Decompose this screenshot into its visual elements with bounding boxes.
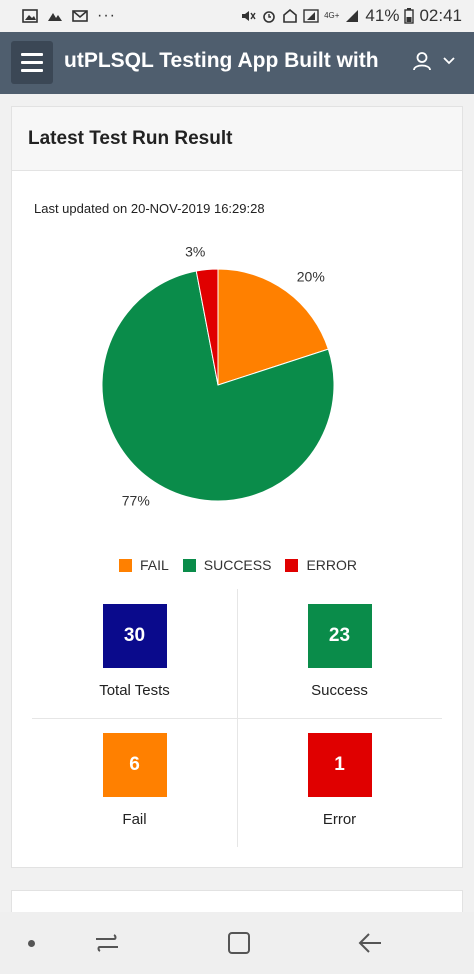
more-icon: ··· — [97, 7, 116, 24]
app-title: utPLSQL Testing App Built with — [64, 49, 379, 72]
home-icon — [283, 9, 297, 23]
back-icon[interactable] — [356, 928, 386, 958]
menu-button[interactable] — [11, 41, 53, 84]
stats-grid: 30 Total Tests 23 Success 6 Fail 1 Error — [32, 589, 442, 847]
pie-label-fail: 20% — [297, 269, 325, 285]
gmail-icon — [72, 10, 88, 22]
network-type: 4G+ — [324, 11, 340, 20]
recent-apps-icon[interactable] — [92, 928, 122, 958]
legend-label-error: ERROR — [306, 557, 358, 573]
legend-swatch-success — [182, 558, 196, 572]
mute-icon — [242, 11, 256, 21]
stat-success-value: 23 — [307, 604, 372, 668]
legend-item-fail[interactable]: FAIL — [118, 557, 169, 573]
stat-success-label: Success — [311, 682, 368, 699]
pie-label-error: 3% — [185, 244, 205, 260]
nav-dot-icon — [28, 940, 35, 947]
stat-error-label: Error — [322, 811, 357, 828]
stat-fail-value: 6 — [102, 733, 167, 797]
legend-item-error[interactable]: ERROR — [285, 557, 357, 573]
legend-label-fail: FAIL — [139, 557, 169, 573]
clock: 02:41 — [419, 6, 462, 25]
stat-fail[interactable]: 6 Fail — [32, 718, 237, 847]
user-menu[interactable] — [412, 51, 456, 71]
legend-swatch-error — [285, 558, 299, 572]
status-bar: ··· 4G+ 41% 02:41 — [0, 0, 474, 32]
chart-legend: FAIL SUCCESS ERROR — [12, 557, 464, 573]
signal-icon — [346, 10, 359, 22]
system-nav-bar — [0, 912, 474, 974]
card-title: Latest Test Run Result — [28, 127, 233, 149]
image-icon — [22, 9, 38, 23]
legend-swatch-fail — [118, 558, 132, 572]
chevron-down-icon — [443, 57, 455, 65]
alarm-icon — [263, 11, 275, 23]
app-header: utPLSQL Testing App Built with — [0, 32, 474, 94]
last-updated: Last updated on 20-NOV-2019 16:29:28 — [34, 201, 265, 216]
stat-total-tests-label: Total Tests — [99, 682, 170, 699]
card-header: Latest Test Run Result — [12, 107, 462, 171]
battery-percent: 41% — [365, 6, 400, 25]
legend-item-success[interactable]: SUCCESS — [182, 557, 272, 573]
test-result-card: Latest Test Run Result Last updated on 2… — [11, 106, 463, 868]
stat-fail-label: Fail — [122, 811, 147, 828]
battery-icon — [404, 8, 415, 24]
pie-chart-svg: 20% 77% 3% — [101, 244, 335, 508]
wifi-icon — [303, 9, 319, 23]
stat-success[interactable]: 23 Success — [237, 589, 442, 718]
pie-chart: 20% 77% 3% — [12, 237, 464, 637]
stat-total-tests[interactable]: 30 Total Tests — [32, 589, 237, 718]
home-button-icon[interactable] — [224, 928, 254, 958]
stat-error[interactable]: 1 Error — [237, 718, 442, 847]
legend-label-success: SUCCESS — [203, 557, 272, 573]
stat-total-tests-value: 30 — [102, 604, 167, 668]
pie-label-success: 77% — [122, 492, 150, 508]
signal-dots-icon — [48, 13, 62, 21]
stat-error-value: 1 — [307, 733, 372, 797]
hamburger-icon — [21, 53, 43, 56]
user-icon — [413, 52, 431, 71]
